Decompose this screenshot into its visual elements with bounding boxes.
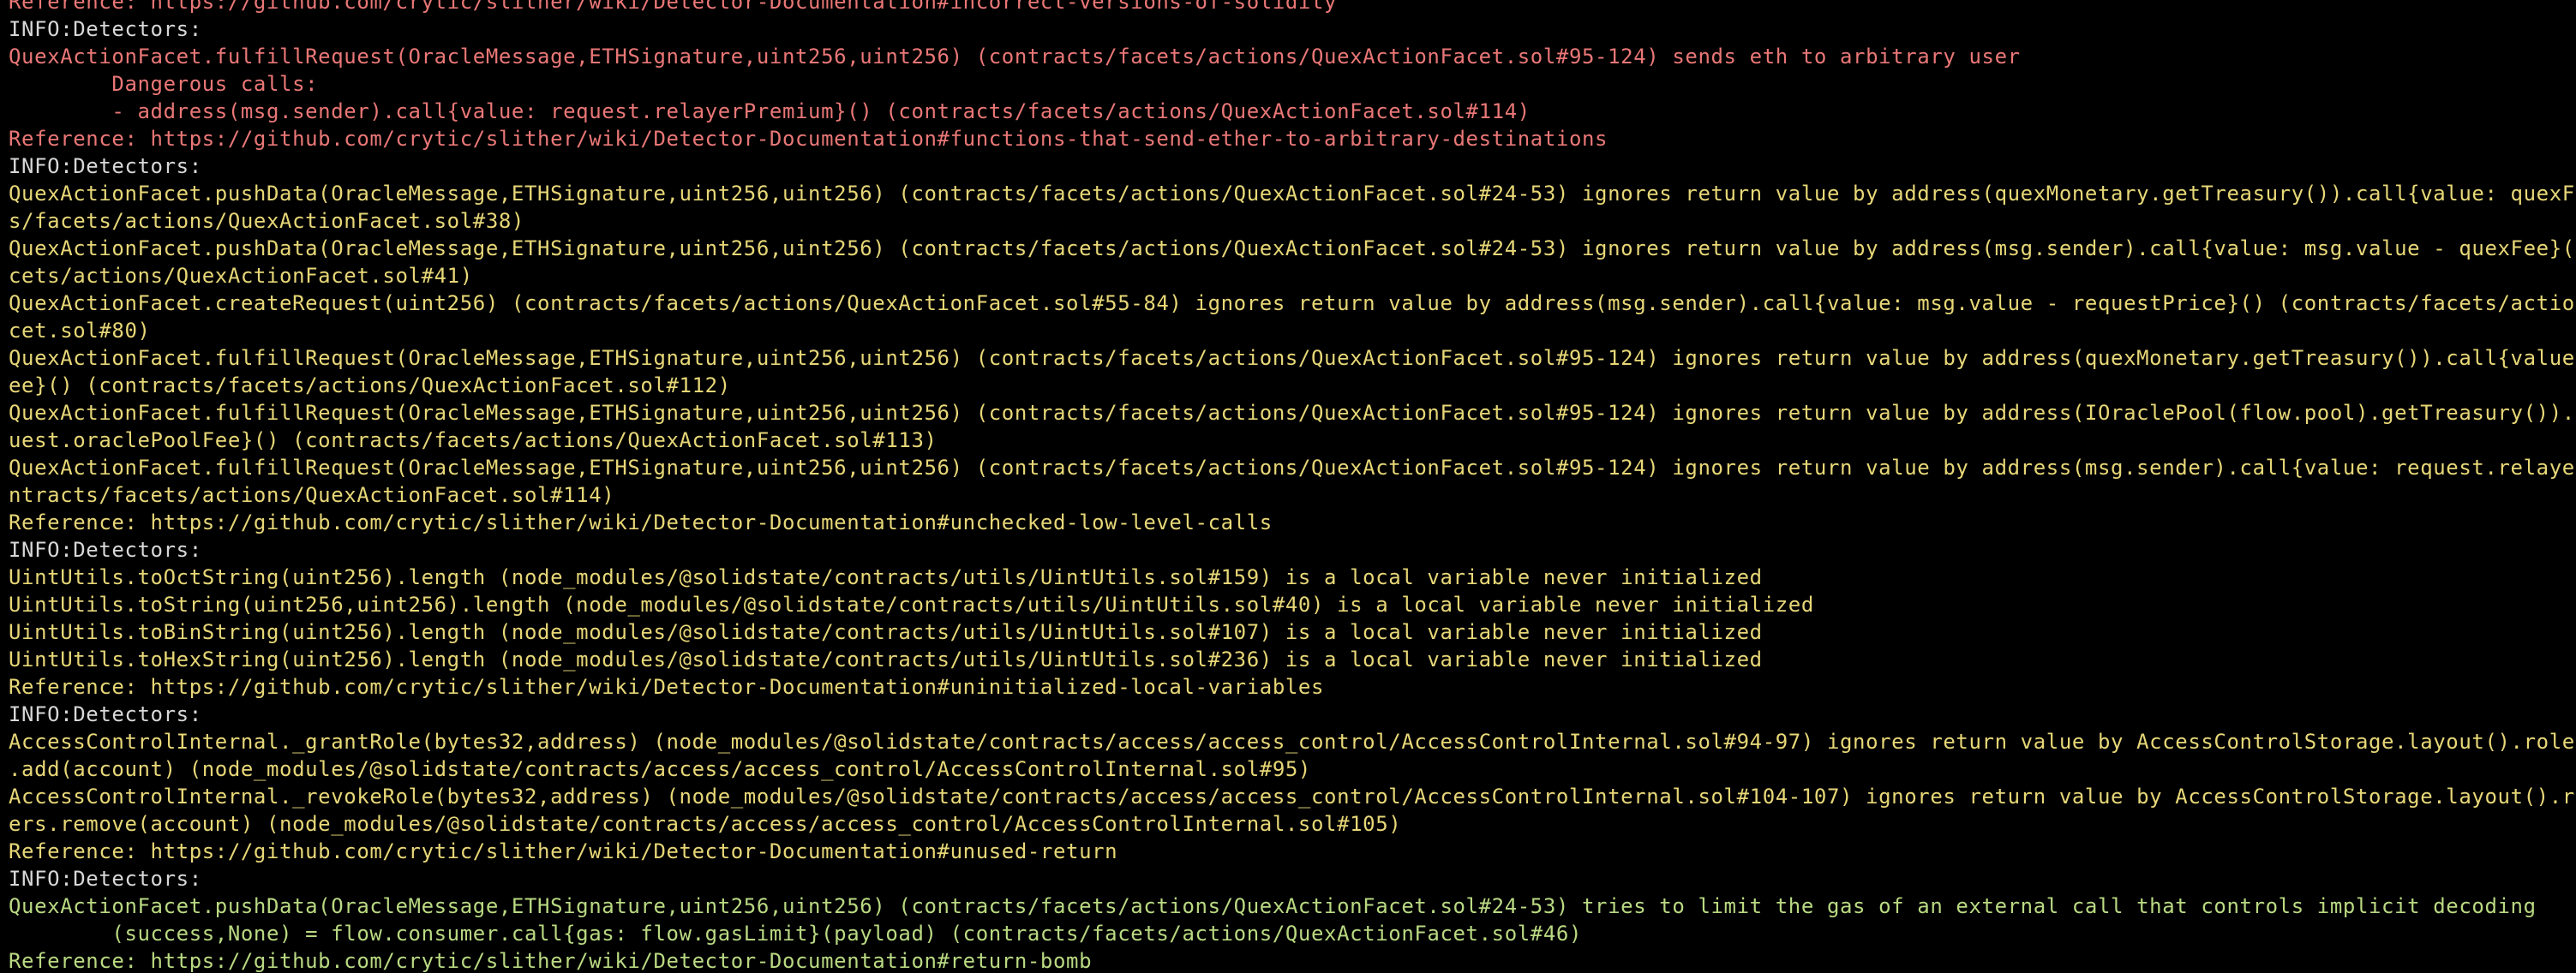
terminal-line: (success,None) = flow.consumer.call{gas:… (9, 922, 1583, 946)
terminal-line: AccessControlInternal._revokeRole(bytes3… (9, 785, 2576, 809)
terminal-line: QuexActionFacet.pushData(OracleMessage,E… (9, 894, 2537, 918)
terminal-line: QuexActionFacet.createRequest(uint256) (… (9, 291, 2576, 315)
terminal-line: Reference: https://github.com/crytic/sli… (9, 839, 1118, 863)
terminal-output: Reference: https://github.com/crytic/sli… (9, 0, 2576, 973)
terminal-line: AccessControlInternal._grantRole(bytes32… (9, 730, 2576, 754)
terminal-line: INFO:Detectors: (9, 702, 202, 726)
terminal-line: QuexActionFacet.fulfillRequest(OracleMes… (9, 346, 2576, 370)
terminal-line: cets/actions/QuexActionFacet.sol#41) (9, 264, 473, 288)
terminal-line: QuexActionFacet.pushData(OracleMessage,E… (9, 236, 2576, 260)
terminal-line: UintUtils.toOctString(uint256).length (n… (9, 565, 1763, 589)
terminal-line: .add(account) (node_modules/@solidstate/… (9, 757, 1311, 781)
terminal-line: UintUtils.toString(uint256,uint256).leng… (9, 593, 1814, 617)
terminal-line: ers.remove(account) (node_modules/@solid… (9, 812, 1402, 836)
terminal-line: QuexActionFacet.fulfillRequest(OracleMes… (9, 401, 2576, 425)
terminal-line: INFO:Detectors: (9, 538, 202, 562)
terminal-line: INFO:Detectors: (9, 867, 202, 891)
terminal-line: UintUtils.toHexString(uint256).length (n… (9, 648, 1763, 672)
terminal-line: Reference: https://github.com/crytic/sli… (9, 949, 1093, 973)
terminal-line: QuexActionFacet.pushData(OracleMessage,E… (9, 182, 2576, 206)
terminal-line: Reference: https://github.com/crytic/sli… (9, 675, 1325, 699)
terminal-line: ntracts/facets/actions/QuexActionFacet.s… (9, 483, 615, 507)
terminal-line: Dangerous calls: (9, 72, 319, 96)
terminal-line: cet.sol#80) (9, 319, 151, 343)
terminal-line: UintUtils.toBinString(uint256).length (n… (9, 620, 1763, 644)
terminal-line: s/facets/actions/QuexActionFacet.sol#38) (9, 209, 524, 233)
terminal-line: Reference: https://github.com/crytic/sli… (9, 510, 1273, 534)
terminal-line: INFO:Detectors: (9, 17, 202, 41)
terminal-line: QuexActionFacet.fulfillRequest(OracleMes… (9, 45, 2021, 69)
terminal-line: ee}() (contracts/facets/actions/QuexActi… (9, 373, 731, 397)
terminal-line: Reference: https://github.com/crytic/sli… (9, 0, 1338, 14)
terminal-line: INFO:Detectors: (9, 154, 202, 178)
terminal-line: Reference: https://github.com/crytic/sli… (9, 127, 1609, 151)
terminal-line: - address(msg.sender).call{value: reques… (9, 99, 1531, 123)
terminal-window[interactable]: Reference: https://github.com/crytic/sli… (0, 0, 2576, 973)
terminal-line: QuexActionFacet.fulfillRequest(OracleMes… (9, 456, 2576, 480)
terminal-line: uest.oraclePoolFee}() (contracts/facets/… (9, 428, 938, 452)
